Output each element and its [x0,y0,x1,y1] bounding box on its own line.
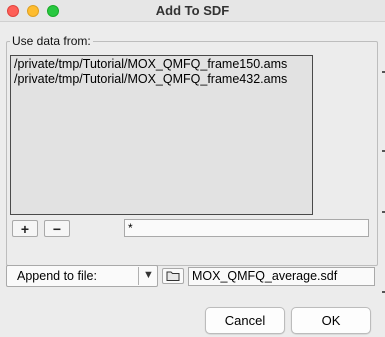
window-title: Add To SDF [155,3,230,18]
folder-icon [166,271,180,281]
file-list[interactable]: /private/tmp/Tutorial/MOX_QMFQ_frame150.… [10,55,313,215]
combo-divider [138,267,139,285]
cancel-button[interactable]: Cancel [205,307,285,334]
output-file-field[interactable]: MOX_QMFQ_average.sdf [188,267,375,286]
output-mode-value: Append to file: [17,269,97,283]
output-mode-select[interactable]: Append to file: ▼ [6,265,158,287]
minus-icon: − [52,220,62,237]
list-item[interactable]: /private/tmp/Tutorial/MOX_QMFQ_frame432.… [14,72,287,86]
title-bar: Add To SDF [0,0,385,22]
filter-input[interactable]: * [124,219,369,237]
add-file-button[interactable]: + [12,220,38,237]
ok-button[interactable]: OK [291,307,371,334]
remove-file-button[interactable]: − [44,220,70,237]
list-item[interactable]: /private/tmp/Tutorial/MOX_QMFQ_frame150.… [14,57,287,71]
use-data-label: Use data from: [10,34,93,48]
chevron-down-icon: ▼ [143,269,154,281]
browse-folder-button[interactable] [162,268,184,284]
plus-icon: + [20,220,30,237]
dialog-body: Use data from: /private/tmp/Tutorial/MOX… [0,23,385,337]
